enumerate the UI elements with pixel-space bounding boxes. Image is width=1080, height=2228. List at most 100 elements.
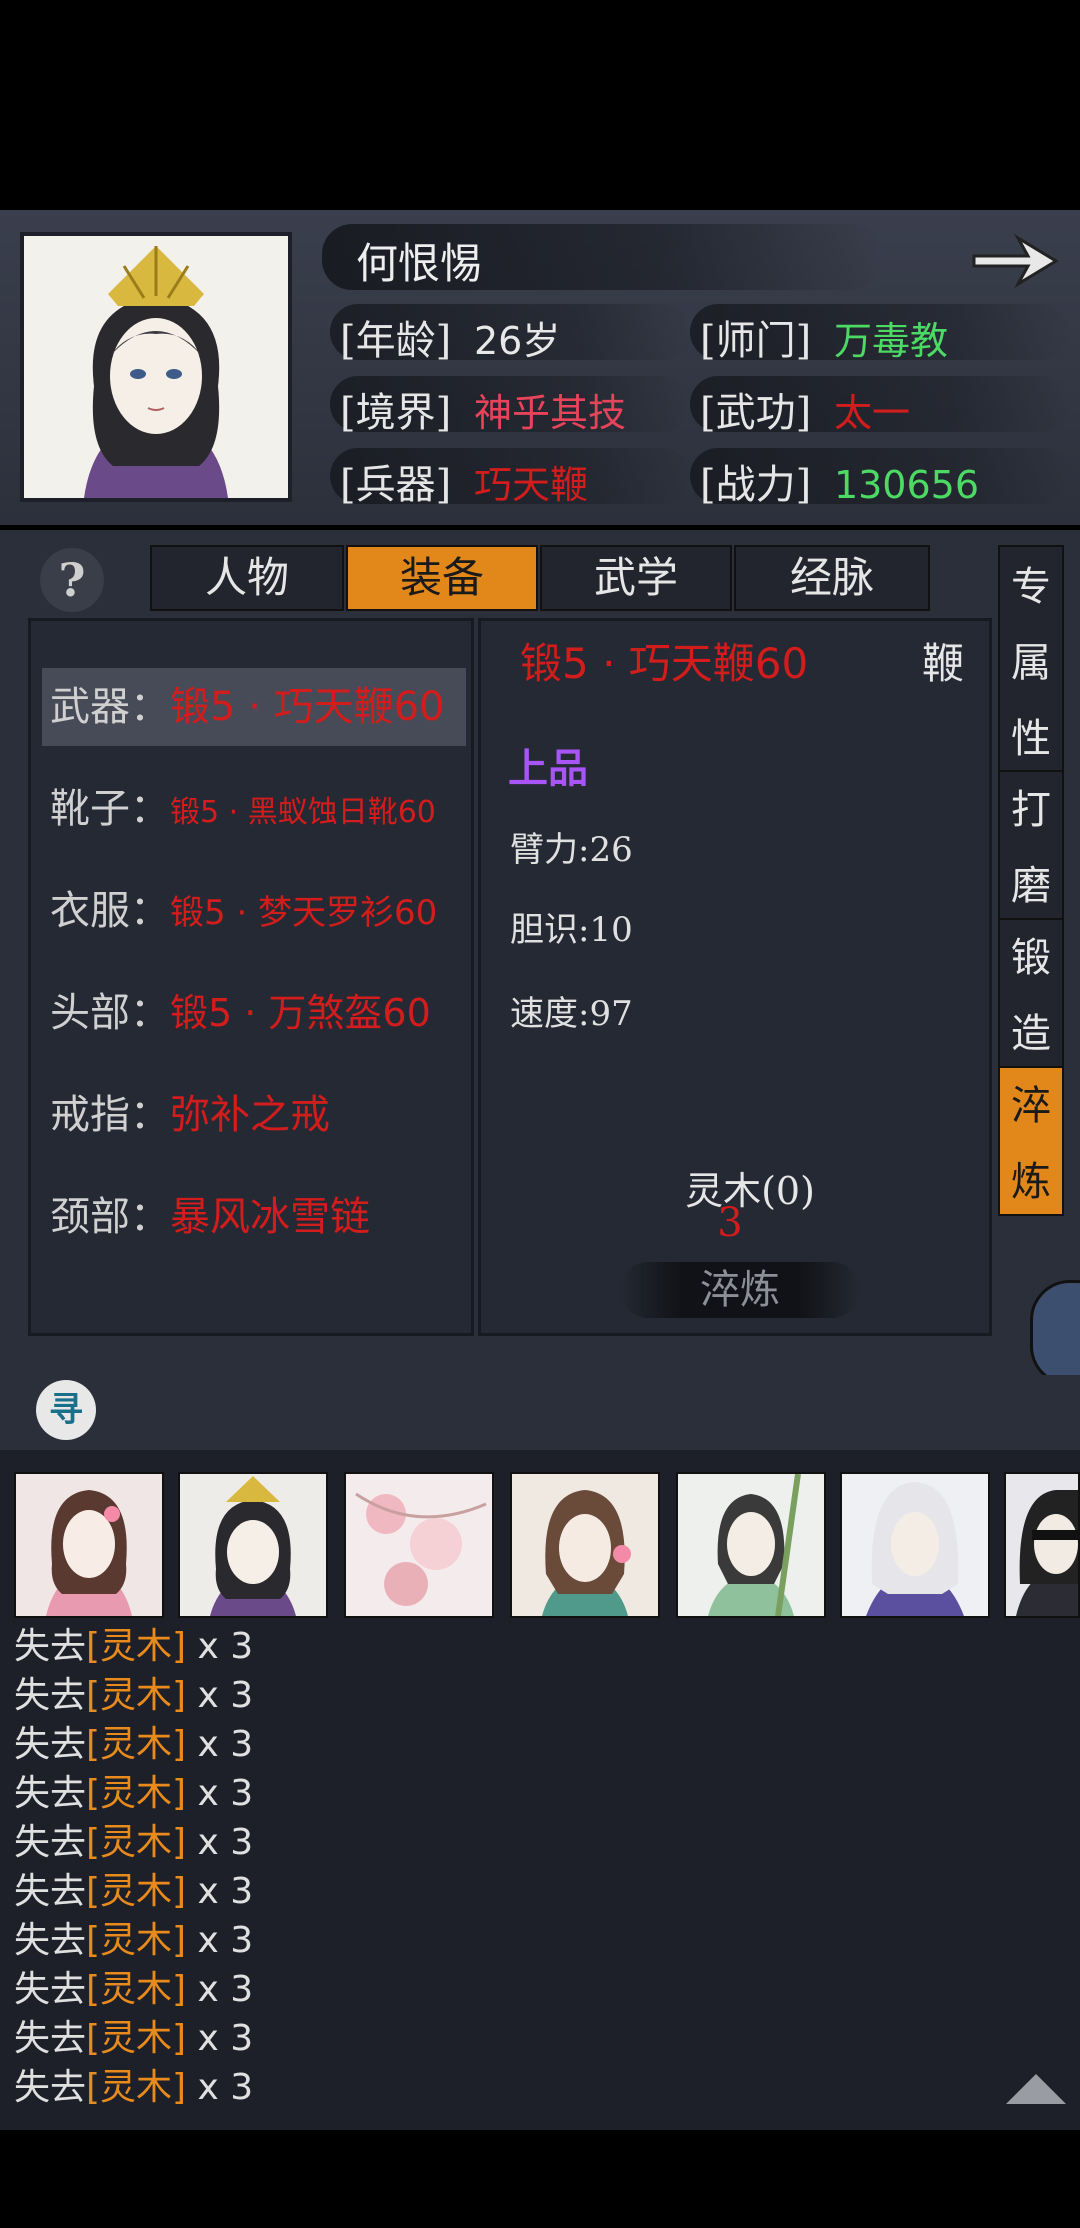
slot-label: 头部： [50,990,170,1036]
party-member-thumb[interactable] [14,1472,164,1618]
age-row: [年龄] 26岁 [340,308,560,366]
party-member-thumb[interactable] [676,1472,826,1618]
slot-item: 锻5 · 梦天罗衫60 [170,893,438,933]
party-member-thumb[interactable] [510,1472,660,1618]
side-tab-char: 造 [1011,1011,1051,1057]
log-line: 失去[灵木] x 3 [14,1622,253,1671]
side-tab-char: 性 [1011,716,1051,762]
log-item: [灵木] [86,1626,187,1667]
power-value: 130656 [833,463,979,507]
tab-equipment[interactable]: 装备 [346,545,538,611]
sect-label: [师门] [700,318,812,364]
log-count: x 3 [186,1675,254,1716]
realm-row: [境界] 神乎其技 [340,380,626,438]
tab-character[interactable]: 人物 [150,545,344,611]
next-arrow-icon[interactable] [968,226,1064,296]
martial-row: [武功] 太一 [700,380,910,438]
log-line: 失去[灵木] x 3 [14,2063,253,2112]
slot-label: 衣服： [50,888,170,934]
item-type: 鞭 [922,639,965,688]
log-prefix: 失去 [14,2067,87,2108]
log-line: 失去[灵木] x 3 [14,1671,253,1720]
item-quality: 上品 [508,745,588,792]
side-tab-char: 打 [1011,787,1051,833]
log-line: 失去[灵木] x 3 [14,1818,253,1867]
character-portrait[interactable] [20,232,292,502]
power-row: [战力] 130656 [700,452,979,510]
log-item: [灵木] [86,2018,187,2059]
slot-item: 弥补之戒 [170,1092,330,1138]
equip-slot-clothes[interactable]: 衣服：锻5 · 梦天罗衫60 [42,872,466,950]
material-cost: 3 [717,1200,743,1246]
weapon-value: 巧天鞭 [473,463,588,507]
search-icon[interactable]: 寻 [36,1380,96,1440]
log-item: [灵木] [86,1675,187,1716]
equip-slot-ring[interactable]: 戒指：弥补之戒 [42,1076,466,1154]
log-prefix: 失去 [14,1773,87,1814]
log-line: 失去[灵木] x 3 [14,1916,253,1965]
log-item: [灵木] [86,1724,187,1765]
slot-item: 锻5 · 黑蚁蚀日靴60 [170,795,436,830]
side-tab-forge[interactable]: 锻 造 [998,918,1064,1068]
log-item: [灵木] [86,2067,187,2108]
log-prefix: 失去 [14,1822,87,1863]
log-count: x 3 [186,2018,254,2059]
log-item: [灵木] [86,1969,187,2010]
scroll-up-icon[interactable] [1006,2072,1066,2106]
log-prefix: 失去 [14,1969,87,2010]
party-member-thumb[interactable] [840,1472,990,1618]
log-count: x 3 [186,1773,254,1814]
party-member-thumb[interactable] [1004,1472,1080,1618]
side-tab-char: 淬 [1011,1083,1051,1129]
party-member-thumb[interactable] [344,1472,494,1618]
sect-value: 万毒教 [833,319,948,363]
slot-label: 武器： [50,684,170,730]
scroll-badge-icon[interactable] [1030,1280,1080,1386]
realm-label: [境界] [340,390,452,436]
side-tab-temper[interactable]: 淬 炼 [998,1066,1064,1216]
log-prefix: 失去 [14,1871,87,1912]
temper-button[interactable]: 淬炼 [620,1262,860,1318]
search-strip [0,1375,1080,1450]
log-prefix: 失去 [14,1724,87,1765]
age-value: 26岁 [473,319,561,363]
side-tab-char: 炼 [1011,1159,1051,1205]
log-line: 失去[灵木] x 3 [14,1720,253,1769]
equip-slot-head[interactable]: 头部：锻5 · 万煞盔60 [42,974,466,1052]
equip-slot-boots[interactable]: 靴子：锻5 · 黑蚁蚀日靴60 [42,770,466,848]
side-tab-polish[interactable]: 打 磨 [998,770,1064,920]
log-prefix: 失去 [14,1920,87,1961]
tab-martial-arts[interactable]: 武学 [540,545,732,611]
slot-label: 颈部： [50,1194,170,1240]
sect-row: [师门] 万毒教 [700,308,948,366]
slot-item: 锻5 · 巧天鞭60 [170,684,445,730]
slot-label: 戒指： [50,1092,170,1138]
equip-slot-neck[interactable]: 颈部：暴风冰雪链 [42,1178,466,1256]
item-title: 锻5 · 巧天鞭60 [520,639,809,688]
slot-item: 锻5 · 万煞盔60 [170,991,431,1035]
martial-value: 太一 [833,391,910,435]
weapon-label: [兵器] [340,462,452,508]
side-tab-char: 属 [1011,640,1051,686]
log-prefix: 失去 [14,1626,87,1667]
log-line: 失去[灵木] x 3 [14,1965,253,2014]
log-prefix: 失去 [14,1675,87,1716]
weapon-row: [兵器] 巧天鞭 [340,452,588,510]
log-count: x 3 [186,1871,254,1912]
log-count: x 3 [186,2067,254,2108]
slot-label: 靴子： [50,786,170,832]
log-item: [灵木] [86,1871,187,1912]
martial-label: [武功] [700,390,812,436]
log-count: x 3 [186,1626,254,1667]
help-icon[interactable]: ? [40,548,104,612]
equip-slot-weapon[interactable]: 武器：锻5 · 巧天鞭60 [42,668,466,746]
side-tab-exclusive-attr[interactable]: 专 属 性 [998,545,1064,777]
power-label: [战力] [700,462,812,508]
tab-meridians[interactable]: 经脉 [734,545,930,611]
party-member-thumb[interactable] [178,1472,328,1618]
log-count: x 3 [186,1920,254,1961]
log-line: 失去[灵木] x 3 [14,2014,253,2063]
realm-value: 神乎其技 [473,391,626,435]
log-count: x 3 [186,1822,254,1863]
side-tab-char: 锻 [1011,935,1051,981]
